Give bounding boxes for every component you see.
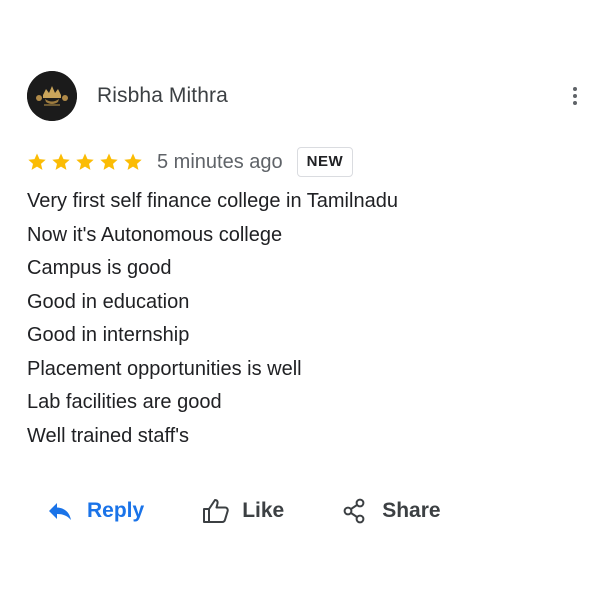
star-icon: [52, 153, 70, 170]
review-actions: Reply Like Share: [47, 490, 441, 532]
author-name[interactable]: Risbha Mithra: [97, 84, 228, 108]
review-line: Lab facilities are good: [27, 391, 222, 413]
review-line: Good in education: [27, 290, 190, 313]
crest-logo-icon: [27, 71, 77, 121]
review-line: Placement opportunities is well: [27, 357, 302, 380]
rating-row: 5 minutes ago NEW: [27, 145, 354, 179]
review-card: Risbha Mithra 5 minutes ago NEW Very fir…: [0, 0, 600, 600]
star-icon: [100, 153, 118, 170]
share-button[interactable]: Share: [342, 498, 441, 524]
reply-button[interactable]: Reply: [47, 499, 144, 523]
thumbs-up-icon: [203, 499, 229, 523]
review-line: Well trained staff's: [27, 424, 190, 447]
like-button[interactable]: Like: [202, 498, 284, 524]
reply-arrow-icon: [49, 503, 71, 520]
review-text: Very first self finance college in Tamil…: [27, 185, 577, 453]
more-vert-icon: [573, 87, 577, 105]
reply-label: Reply: [87, 499, 145, 522]
share-label: Share: [382, 499, 441, 522]
more-options-button[interactable]: [563, 84, 587, 108]
avatar[interactable]: [27, 71, 77, 121]
star-icon: [28, 153, 46, 170]
star-rating: [27, 152, 143, 172]
review-line: Very first self finance college in Tamil…: [27, 190, 398, 212]
review-line: Good in internship: [27, 324, 190, 346]
new-badge: NEW: [296, 147, 354, 177]
review-time: 5 minutes ago: [157, 150, 283, 173]
star-icon: [76, 153, 94, 170]
star-icon: [124, 153, 142, 170]
review-line: Now it's Autonomous college: [27, 223, 283, 246]
share-icon: [343, 498, 365, 524]
review-line: Campus is good: [27, 257, 172, 279]
like-label: Like: [242, 499, 285, 522]
review-header: Risbha Mithra: [27, 70, 587, 122]
